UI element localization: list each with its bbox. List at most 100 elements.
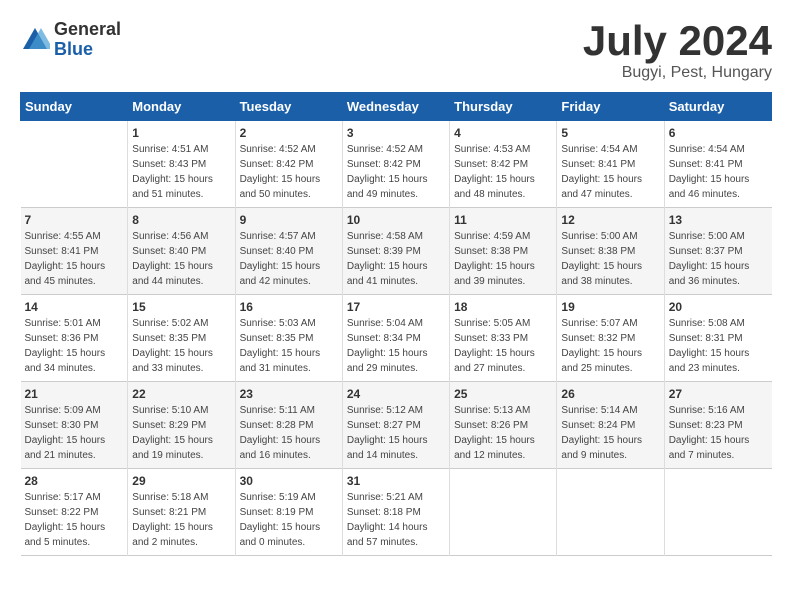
- day-number: 26: [561, 387, 659, 401]
- day-number: 1: [132, 126, 230, 140]
- calendar-cell: 22 Sunrise: 5:10 AMSunset: 8:29 PMDayligh…: [128, 382, 235, 469]
- calendar-cell: 12 Sunrise: 5:00 AMSunset: 8:38 PMDayligh…: [557, 208, 664, 295]
- calendar-cell: 18Sunrise: 5:05 AMSunset: 8:33 PMDayligh…: [450, 295, 557, 382]
- weekday-header-wednesday: Wednesday: [342, 93, 449, 121]
- calendar-cell: [664, 469, 771, 556]
- weekday-header-row: SundayMondayTuesdayWednesdayThursdayFrid…: [21, 93, 772, 121]
- calendar-cell: 26 Sunrise: 5:14 AMSunset: 8:24 PMDayligh…: [557, 382, 664, 469]
- title-area: July 2024 Bugyi, Pest, Hungary: [583, 20, 772, 82]
- location-subtitle: Bugyi, Pest, Hungary: [583, 64, 772, 82]
- day-number: 3: [347, 126, 445, 140]
- calendar-week-row: 28Sunrise: 5:17 AMSunset: 8:22 PMDayligh…: [21, 469, 772, 556]
- calendar-cell: 5Sunrise: 4:54 AMSunset: 8:41 PMDaylight…: [557, 121, 664, 208]
- day-info: Sunrise: 5:19 AMSunset: 8:19 PMDaylight:…: [240, 490, 338, 550]
- day-info: Sunrise: 5:11 AMSunset: 8:28 PMDaylight:…: [240, 403, 338, 463]
- calendar-cell: 9Sunrise: 4:57 AMSunset: 8:40 PMDaylight…: [235, 208, 342, 295]
- calendar-cell: 17 Sunrise: 5:04 AMSunset: 8:34 PMDayligh…: [342, 295, 449, 382]
- day-info: Sunrise: 5:03 AMSunset: 8:35 PMDaylight:…: [240, 316, 338, 376]
- day-number: 20: [669, 300, 768, 314]
- calendar-cell: 19 Sunrise: 5:07 AMSunset: 8:32 PMDayligh…: [557, 295, 664, 382]
- day-number: 5: [561, 126, 659, 140]
- calendar-cell: 20 Sunrise: 5:08 AMSunset: 8:31 PMDayligh…: [664, 295, 771, 382]
- calendar-cell: 23 Sunrise: 5:11 AMSunset: 8:28 PMDayligh…: [235, 382, 342, 469]
- day-number: 27: [669, 387, 768, 401]
- day-number: 12: [561, 213, 659, 227]
- day-number: 14: [25, 300, 124, 314]
- day-number: 21: [25, 387, 124, 401]
- calendar-cell: 4 Sunrise: 4:53 AMSunset: 8:42 PMDaylight…: [450, 121, 557, 208]
- day-info: Sunrise: 4:58 AMSunset: 8:39 PMDaylight:…: [347, 229, 445, 289]
- day-number: 22: [132, 387, 230, 401]
- day-number: 10: [347, 213, 445, 227]
- calendar-cell: 6Sunrise: 4:54 AMSunset: 8:41 PMDaylight…: [664, 121, 771, 208]
- calendar-cell: 8Sunrise: 4:56 AMSunset: 8:40 PMDaylight…: [128, 208, 235, 295]
- calendar-cell: 29 Sunrise: 5:18 AMSunset: 8:21 PMDayligh…: [128, 469, 235, 556]
- logo-icon: [20, 25, 50, 55]
- day-number: 4: [454, 126, 552, 140]
- day-info: Sunrise: 5:16 AMSunset: 8:23 PMDaylight:…: [669, 403, 768, 463]
- day-number: 16: [240, 300, 338, 314]
- day-number: 6: [669, 126, 768, 140]
- calendar-week-row: 1 Sunrise: 4:51 AMSunset: 8:43 PMDaylight…: [21, 121, 772, 208]
- day-info: Sunrise: 5:08 AMSunset: 8:31 PMDaylight:…: [669, 316, 768, 376]
- day-info: Sunrise: 5:02 AMSunset: 8:35 PMDaylight:…: [132, 316, 230, 376]
- calendar-cell: 28Sunrise: 5:17 AMSunset: 8:22 PMDayligh…: [21, 469, 128, 556]
- day-info: Sunrise: 4:52 AMSunset: 8:42 PMDaylight:…: [347, 142, 445, 202]
- day-info: Sunrise: 4:55 AMSunset: 8:41 PMDaylight:…: [25, 229, 124, 289]
- calendar-cell: [21, 121, 128, 208]
- day-number: 19: [561, 300, 659, 314]
- calendar-cell: 15Sunrise: 5:02 AMSunset: 8:35 PMDayligh…: [128, 295, 235, 382]
- calendar-cell: 2 Sunrise: 4:52 AMSunset: 8:42 PMDaylight…: [235, 121, 342, 208]
- day-number: 2: [240, 126, 338, 140]
- day-info: Sunrise: 5:21 AMSunset: 8:18 PMDaylight:…: [347, 490, 445, 550]
- calendar-cell: 21Sunrise: 5:09 AMSunset: 8:30 PMDayligh…: [21, 382, 128, 469]
- day-number: 11: [454, 213, 552, 227]
- weekday-header-friday: Friday: [557, 93, 664, 121]
- page-header: General Blue July 2024 Bugyi, Pest, Hung…: [20, 20, 772, 82]
- day-info: Sunrise: 4:59 AMSunset: 8:38 PMDaylight:…: [454, 229, 552, 289]
- calendar-cell: 1 Sunrise: 4:51 AMSunset: 8:43 PMDaylight…: [128, 121, 235, 208]
- calendar-cell: 24 Sunrise: 5:12 AMSunset: 8:27 PMDayligh…: [342, 382, 449, 469]
- day-info: Sunrise: 5:04 AMSunset: 8:34 PMDaylight:…: [347, 316, 445, 376]
- day-number: 24: [347, 387, 445, 401]
- calendar-week-row: 21Sunrise: 5:09 AMSunset: 8:30 PMDayligh…: [21, 382, 772, 469]
- day-info: Sunrise: 5:00 AMSunset: 8:37 PMDaylight:…: [669, 229, 768, 289]
- calendar-cell: 16 Sunrise: 5:03 AMSunset: 8:35 PMDayligh…: [235, 295, 342, 382]
- calendar-table: SundayMondayTuesdayWednesdayThursdayFrid…: [20, 92, 772, 556]
- day-info: Sunrise: 4:53 AMSunset: 8:42 PMDaylight:…: [454, 142, 552, 202]
- weekday-header-sunday: Sunday: [21, 93, 128, 121]
- day-info: Sunrise: 5:10 AMSunset: 8:29 PMDaylight:…: [132, 403, 230, 463]
- calendar-week-row: 7 Sunrise: 4:55 AMSunset: 8:41 PMDaylight…: [21, 208, 772, 295]
- day-info: Sunrise: 4:52 AMSunset: 8:42 PMDaylight:…: [240, 142, 338, 202]
- calendar-cell: 10 Sunrise: 4:58 AMSunset: 8:39 PMDayligh…: [342, 208, 449, 295]
- calendar-cell: 7 Sunrise: 4:55 AMSunset: 8:41 PMDaylight…: [21, 208, 128, 295]
- calendar-cell: 27 Sunrise: 5:16 AMSunset: 8:23 PMDayligh…: [664, 382, 771, 469]
- logo-general-text: General: [54, 20, 121, 40]
- day-number: 31: [347, 474, 445, 488]
- day-number: 17: [347, 300, 445, 314]
- day-info: Sunrise: 5:12 AMSunset: 8:27 PMDaylight:…: [347, 403, 445, 463]
- day-number: 7: [25, 213, 124, 227]
- logo: General Blue: [20, 20, 121, 60]
- logo-text: General Blue: [54, 20, 121, 60]
- day-info: Sunrise: 5:00 AMSunset: 8:38 PMDaylight:…: [561, 229, 659, 289]
- calendar-cell: 11 Sunrise: 4:59 AMSunset: 8:38 PMDayligh…: [450, 208, 557, 295]
- day-number: 25: [454, 387, 552, 401]
- day-info: Sunrise: 5:14 AMSunset: 8:24 PMDaylight:…: [561, 403, 659, 463]
- day-info: Sunrise: 5:05 AMSunset: 8:33 PMDaylight:…: [454, 316, 552, 376]
- day-number: 29: [132, 474, 230, 488]
- calendar-cell: 14 Sunrise: 5:01 AMSunset: 8:36 PMDayligh…: [21, 295, 128, 382]
- calendar-cell: 3 Sunrise: 4:52 AMSunset: 8:42 PMDaylight…: [342, 121, 449, 208]
- day-info: Sunrise: 5:01 AMSunset: 8:36 PMDaylight:…: [25, 316, 124, 376]
- day-info: Sunrise: 5:18 AMSunset: 8:21 PMDaylight:…: [132, 490, 230, 550]
- calendar-cell: [450, 469, 557, 556]
- calendar-cell: 31 Sunrise: 5:21 AMSunset: 8:18 PMDayligh…: [342, 469, 449, 556]
- day-info: Sunrise: 5:07 AMSunset: 8:32 PMDaylight:…: [561, 316, 659, 376]
- logo-blue-text: Blue: [54, 40, 121, 60]
- day-number: 23: [240, 387, 338, 401]
- day-info: Sunrise: 4:51 AMSunset: 8:43 PMDaylight:…: [132, 142, 230, 202]
- day-number: 30: [240, 474, 338, 488]
- weekday-header-tuesday: Tuesday: [235, 93, 342, 121]
- calendar-cell: 25Sunrise: 5:13 AMSunset: 8:26 PMDayligh…: [450, 382, 557, 469]
- month-title: July 2024: [583, 20, 772, 62]
